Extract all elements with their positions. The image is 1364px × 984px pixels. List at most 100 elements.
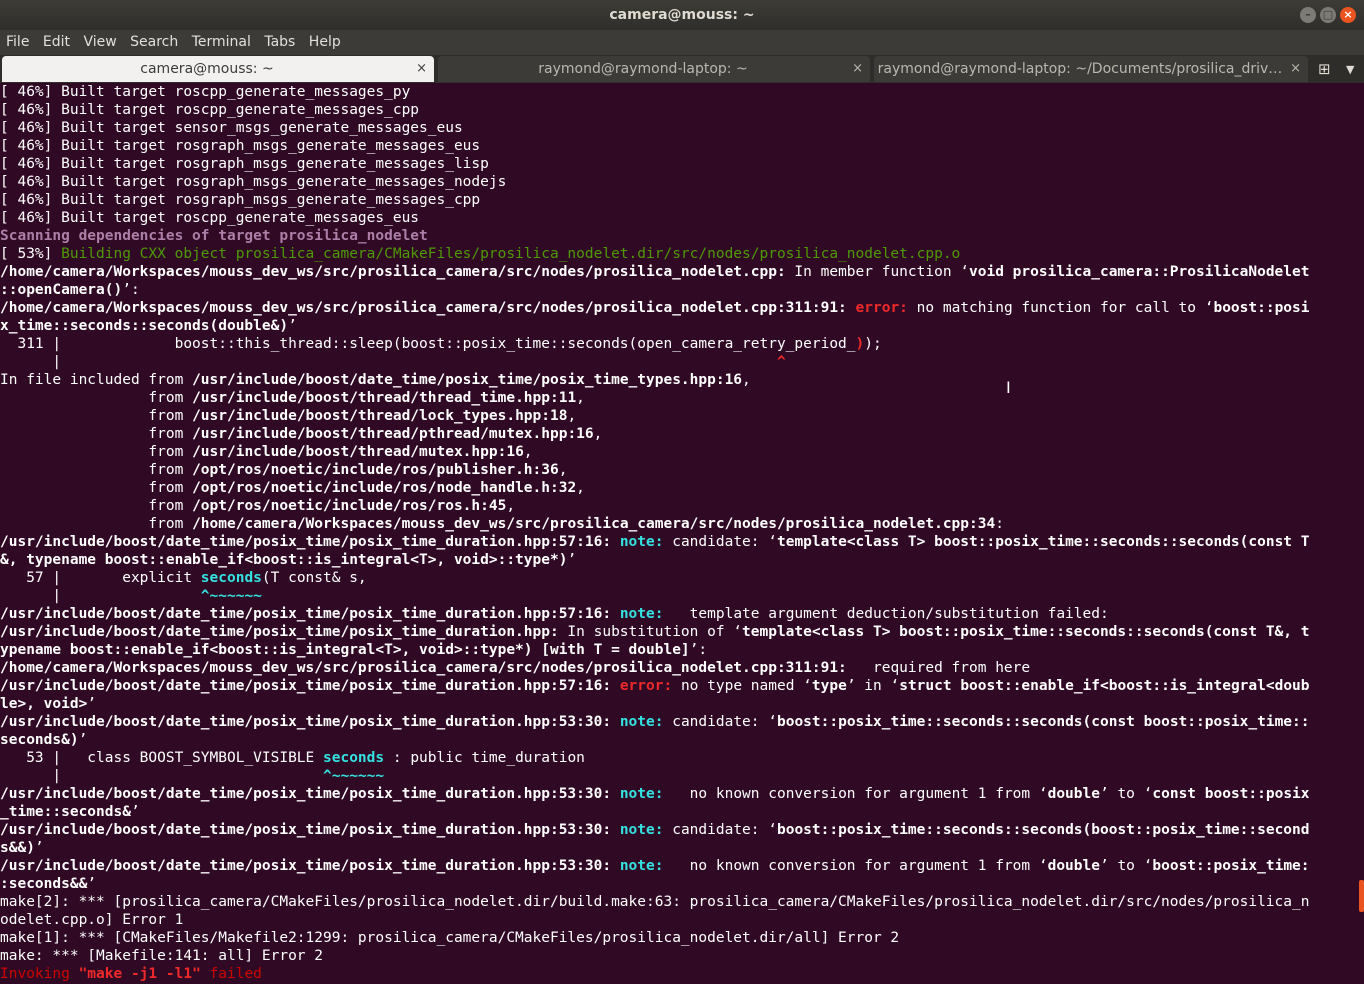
terminal-line: :seconds&&’ (0, 875, 1356, 893)
terminal-line: [ 46%] Built target rosgraph_msgs_genera… (0, 191, 1356, 209)
menu-edit[interactable]: Edit (37, 30, 70, 50)
text-cursor-icon: I (1006, 378, 1011, 397)
menu-help[interactable]: Help (303, 30, 341, 50)
terminal-text: ::openCamera() (0, 282, 123, 298)
terminal-text: | (0, 768, 324, 784)
terminal-text: ypename boost::enable_if<boost::is_integ… (0, 642, 690, 658)
scrollbar[interactable] (1356, 83, 1364, 984)
terminal-line: [ 53%] Building CXX object prosilica_cam… (0, 245, 1356, 263)
terminal-line: ypename boost::enable_if<boost::is_integ… (0, 641, 1356, 659)
scrollbar-thumb[interactable] (1359, 880, 1364, 912)
title-bar[interactable]: camera@mouss: ~ – □ × (0, 0, 1364, 30)
menu-file[interactable]: File (0, 30, 29, 50)
terminal-text: x_time::seconds::seconds(double&) (0, 318, 289, 334)
terminal-text: &, typename boost::enable_if<boost::is_i… (0, 552, 568, 568)
terminal-text: [ 46%] Built target roscpp_generate_mess… (0, 210, 420, 226)
terminal-text: from (0, 480, 193, 496)
terminal-text: no known conversion for argument 1 from … (663, 858, 1048, 874)
terminal-text: void prosilica_camera::ProsilicaNodelet (969, 264, 1310, 280)
terminal-text: In member function ‘ (785, 264, 970, 280)
tab-menu-chevron-down-icon[interactable]: ▼ (1346, 63, 1354, 76)
terminal-text: ’ (567, 552, 577, 568)
terminal-line: [ 46%] Built target rosgraph_msgs_genera… (0, 173, 1356, 191)
terminal-text: from (0, 498, 193, 514)
terminal-line: /usr/include/boost/date_time/posix_time/… (0, 677, 1356, 695)
terminal-text: , (576, 390, 585, 406)
new-tab-icon[interactable]: ⊞ (1318, 60, 1331, 78)
terminal-text: seconds&) (0, 732, 79, 748)
terminal-text: no type named ‘ (672, 678, 812, 694)
terminal-text: from (0, 426, 193, 442)
terminal-text: [ 53%] (0, 246, 62, 262)
terminal-text: /home/camera/Workspaces/mouss_dev_ws/src… (0, 264, 786, 280)
terminal-text: note: (619, 606, 664, 622)
terminal-line: In file included from /usr/include/boost… (0, 371, 1356, 389)
terminal-text: /usr/include/boost/thread/mutex.hpp:16 (192, 444, 524, 460)
terminal-text: from (0, 462, 193, 478)
terminal-text: Building CXX object prosilica_camera/CMa… (61, 246, 961, 262)
terminal-text: [ 46%] Built target rosgraph_msgs_genera… (0, 192, 481, 208)
tab-close-icon[interactable]: × (416, 61, 427, 76)
terminal-text: template<class T> boost::posix_time::sec… (742, 624, 1310, 640)
maximize-button[interactable]: □ (1320, 7, 1336, 23)
tab-label: raymond@raymond-laptop: ~ (538, 61, 748, 77)
terminal-text: | (0, 354, 777, 370)
terminal-line: 311 | boost::this_thread::sleep(boost::p… (0, 335, 1356, 353)
terminal-text: no known conversion for argument 1 from … (663, 786, 1048, 802)
terminal-text: ’ (87, 876, 97, 892)
terminal-line: Invoking "make -j1 -l1" failed (0, 965, 1356, 983)
terminal-text: /usr/include/boost/date_time/posix_time/… (0, 606, 612, 622)
terminal-line: _time::seconds&’ (0, 803, 1356, 821)
terminal-text: /usr/include/boost/thread/thread_time.hp… (192, 390, 577, 406)
terminal-text: [ 46%] Built target roscpp_generate_mess… (0, 102, 420, 118)
minimize-button[interactable]: – (1300, 7, 1316, 23)
tab-camera-mouss[interactable]: camera@mouss: ~ × (2, 56, 434, 82)
terminal-text: /usr/include/boost/thread/pthread/mutex.… (192, 426, 594, 442)
terminal-line: from /usr/include/boost/thread/lock_type… (0, 407, 1356, 425)
terminal-text: odelet.cpp.o] Error 1 (0, 912, 184, 928)
terminal-text: _time::seconds& (0, 804, 131, 820)
terminal-text: /usr/include/boost/date_time/posix_time/… (0, 858, 612, 874)
terminal-line: le>, void>’ (0, 695, 1356, 713)
terminal-text: ’ (34, 840, 44, 856)
terminal-line: /usr/include/boost/date_time/posix_time/… (0, 857, 1356, 875)
terminal-text: , (506, 498, 516, 514)
terminal-text: note: (619, 786, 664, 802)
menu-tabs[interactable]: Tabs (258, 30, 295, 50)
terminal-line: /usr/include/boost/date_time/posix_time/… (0, 713, 1356, 731)
terminal-text: [ 46%] Built target rosgraph_msgs_genera… (0, 174, 507, 190)
terminal-text: "make -j1 -l1" (78, 966, 201, 982)
terminal-text: In substitution of ‘ (558, 624, 743, 640)
tab-raymond-documents[interactable]: raymond@raymond-laptop: ~/Documents/pros… (874, 56, 1308, 82)
tab-label: camera@mouss: ~ (140, 61, 274, 77)
terminal-text: , (742, 372, 751, 388)
terminal-line: from /home/camera/Workspaces/mouss_dev_w… (0, 515, 1356, 533)
terminal-text: /usr/include/boost/date_time/posix_time/… (0, 534, 612, 550)
terminal-line: [ 46%] Built target roscpp_generate_mess… (0, 209, 1356, 227)
menu-search[interactable]: Search (124, 30, 178, 50)
terminal-text: Invoking (0, 966, 79, 982)
terminal-text: | (0, 588, 201, 604)
terminal-output[interactable]: [ 46%] Built target roscpp_generate_mess… (0, 83, 1356, 984)
tab-close-icon[interactable]: × (1290, 61, 1301, 76)
menu-view[interactable]: View (77, 30, 116, 50)
terminal-text: error: (619, 678, 673, 694)
terminal-text: from (0, 390, 193, 406)
terminal-text: make[1]: *** [CMakeFiles/Makefile2:1299:… (0, 930, 900, 946)
terminal-line: from /opt/ros/noetic/include/ros/node_ha… (0, 479, 1356, 497)
terminal-text: /opt/ros/noetic/include/ros/publisher.h:… (192, 462, 559, 478)
terminal-text: ); (864, 336, 882, 352)
tab-close-icon[interactable]: × (852, 61, 863, 76)
close-button[interactable]: × (1340, 7, 1356, 23)
menu-terminal[interactable]: Terminal (186, 30, 251, 50)
terminal-text: required from here (846, 660, 1031, 676)
terminal-line: /home/camera/Workspaces/mouss_dev_ws/src… (0, 659, 1356, 677)
tab-raymond-laptop[interactable]: raymond@raymond-laptop: ~ × (438, 56, 870, 82)
terminal-text: (T const& s, (261, 570, 367, 586)
terminal-line: from /usr/include/boost/thread/pthread/m… (0, 425, 1356, 443)
terminal-text: [ 46%] (0, 84, 62, 100)
